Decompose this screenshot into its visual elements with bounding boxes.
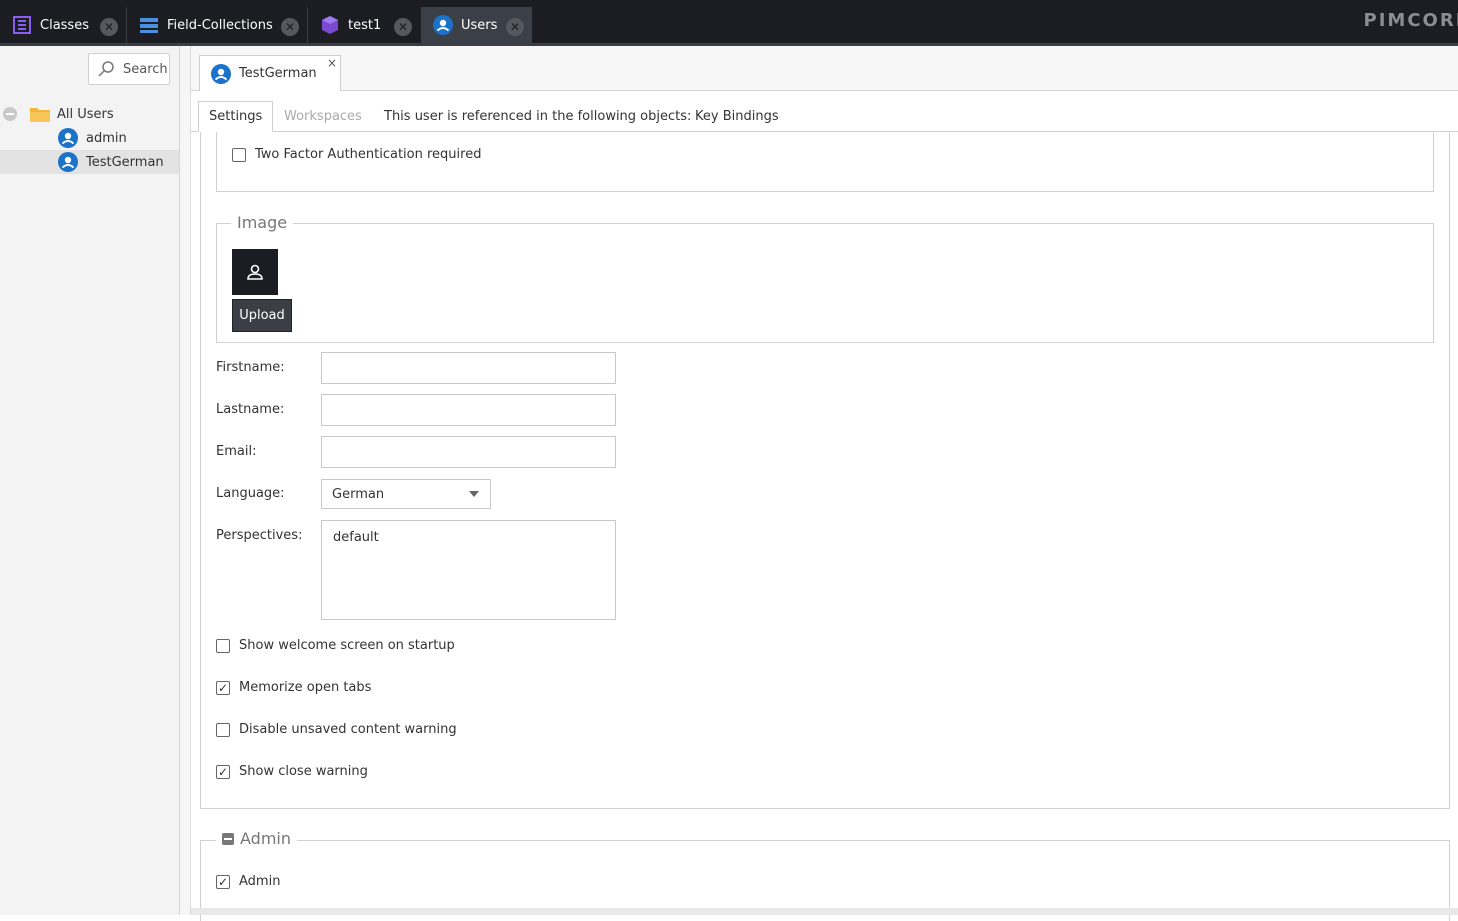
tab-label: Settings bbox=[209, 109, 263, 124]
admin-legend-label: Admin bbox=[240, 829, 291, 848]
firstname-label: Firstname: bbox=[216, 360, 285, 375]
memorize-tabs-checkbox[interactable] bbox=[216, 680, 230, 695]
checkbox-row: Memorize open tabs bbox=[216, 680, 371, 695]
sidebar bbox=[0, 46, 180, 915]
avatar bbox=[232, 249, 278, 295]
image-legend: Image bbox=[231, 213, 294, 232]
user-outline-icon bbox=[245, 262, 265, 282]
search-icon bbox=[97, 60, 115, 78]
tab-testgerman[interactable]: TestGerman bbox=[199, 55, 341, 91]
close-tab-icon[interactable]: ✕ bbox=[394, 18, 412, 36]
admin-checkbox[interactable] bbox=[216, 874, 230, 889]
tab-users[interactable]: Users ✕ bbox=[421, 7, 532, 43]
upload-button[interactable]: Upload bbox=[232, 299, 292, 332]
tab-settings[interactable]: Settings bbox=[198, 101, 274, 132]
tab-key-bindings[interactable]: Key Bindings bbox=[695, 101, 779, 131]
tab-test1[interactable]: test1 ✕ bbox=[308, 7, 420, 43]
search-label: Search bbox=[123, 61, 168, 77]
tab-label: TestGerman bbox=[239, 66, 317, 81]
perspectives-label: Perspectives: bbox=[216, 528, 303, 543]
user-icon bbox=[433, 15, 453, 35]
checkbox-label: Show welcome screen on startup bbox=[239, 638, 455, 653]
close-warning-checkbox[interactable] bbox=[216, 764, 230, 779]
language-value: German bbox=[332, 486, 385, 502]
tree-item-label: admin bbox=[86, 130, 127, 146]
checkbox-label: Show close warning bbox=[239, 764, 368, 779]
email-field[interactable] bbox=[321, 436, 616, 468]
checkbox-row: Disable unsaved content warning bbox=[216, 722, 457, 737]
admin-legend[interactable]: Admin bbox=[216, 829, 297, 848]
tree-item-testgerman[interactable]: TestGerman bbox=[0, 150, 179, 174]
tree-item-all-users[interactable]: All Users bbox=[0, 102, 179, 126]
collapse-icon[interactable] bbox=[222, 832, 234, 845]
lastname-label: Lastname: bbox=[216, 402, 285, 417]
close-icon[interactable]: × bbox=[327, 56, 337, 70]
welcome-screen-checkbox[interactable] bbox=[216, 638, 230, 653]
perspectives-field[interactable]: default bbox=[321, 520, 616, 620]
checkbox-row: Show welcome screen on startup bbox=[216, 638, 455, 653]
tab-label: Classes bbox=[40, 17, 89, 33]
tab-references[interactable]: This user is referenced in the following… bbox=[384, 101, 691, 131]
cube-icon bbox=[320, 15, 340, 35]
admin-row: Admin bbox=[216, 874, 280, 889]
folder-icon bbox=[29, 105, 51, 123]
editor-tab-strip bbox=[191, 46, 1458, 91]
tab-label: Users bbox=[461, 17, 498, 33]
close-tab-icon[interactable]: ✕ bbox=[100, 18, 118, 36]
user-icon bbox=[58, 128, 78, 148]
field-collections-icon bbox=[139, 15, 159, 35]
close-tab-icon[interactable]: ✕ bbox=[281, 18, 299, 36]
admin-checkbox-label: Admin bbox=[239, 874, 281, 889]
unsaved-warning-checkbox[interactable] bbox=[216, 722, 230, 737]
checkbox-label: Disable unsaved content warning bbox=[239, 722, 457, 737]
perspective-item: default bbox=[333, 530, 379, 545]
tab-classes[interactable]: Classes ✕ bbox=[0, 7, 126, 43]
tree-item-label: TestGerman bbox=[86, 154, 164, 170]
checkbox-row: Show close warning bbox=[216, 764, 368, 779]
tree-item-admin[interactable]: admin bbox=[0, 126, 179, 150]
lastname-field[interactable] bbox=[321, 394, 616, 426]
tab-label: Workspaces bbox=[284, 108, 362, 124]
tab-field-collections[interactable]: Field-Collections ✕ bbox=[127, 7, 307, 43]
collapse-icon[interactable] bbox=[3, 107, 17, 121]
tab-label: Field-Collections bbox=[167, 17, 273, 33]
firstname-field[interactable] bbox=[321, 352, 616, 384]
tab-workspaces[interactable]: Workspaces bbox=[284, 101, 362, 131]
classes-icon bbox=[12, 15, 32, 35]
image-fieldset bbox=[216, 223, 1434, 343]
security-fieldset bbox=[216, 132, 1434, 192]
checkbox-label: Memorize open tabs bbox=[239, 680, 372, 695]
tab-label: test1 bbox=[348, 17, 382, 33]
panel-splitter[interactable] bbox=[180, 46, 191, 915]
search-button[interactable]: Search bbox=[88, 53, 170, 85]
two-factor-row: Two Factor Authentication required bbox=[232, 147, 481, 162]
chevron-down-icon[interactable] bbox=[469, 491, 479, 497]
two-factor-checkbox[interactable] bbox=[232, 147, 246, 162]
subtab-bar bbox=[191, 91, 1458, 132]
tab-label: Key Bindings bbox=[695, 108, 779, 124]
user-icon bbox=[211, 63, 231, 84]
tree-item-label: All Users bbox=[57, 106, 114, 122]
pimcore-logo: PIMCORE bbox=[1363, 10, 1458, 31]
user-icon bbox=[58, 152, 78, 172]
email-label: Email: bbox=[216, 444, 257, 459]
close-tab-icon[interactable]: ✕ bbox=[506, 18, 524, 36]
language-label: Language: bbox=[216, 486, 285, 501]
two-factor-label: Two Factor Authentication required bbox=[255, 147, 482, 162]
horizontal-scrollbar[interactable] bbox=[191, 908, 1458, 915]
tab-label: This user is referenced in the following… bbox=[384, 108, 692, 124]
language-select[interactable]: German bbox=[321, 479, 491, 509]
